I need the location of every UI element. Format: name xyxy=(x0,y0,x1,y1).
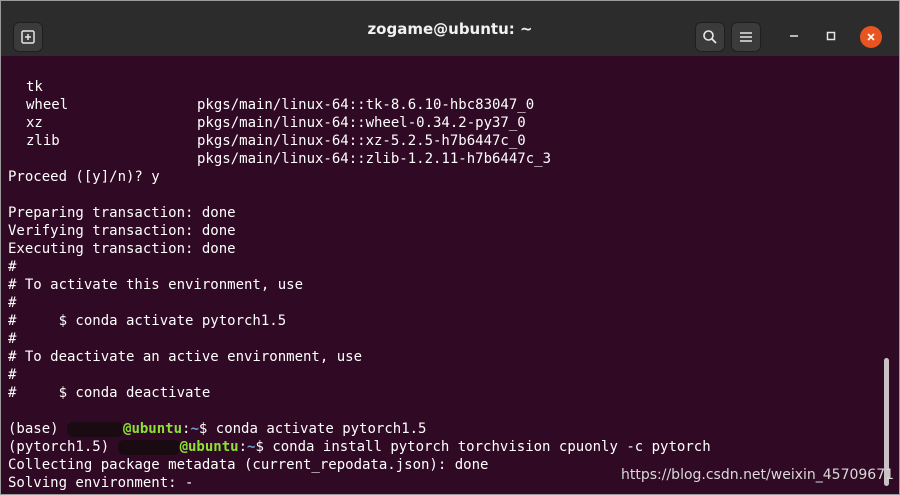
prompt-path: ~ xyxy=(190,421,199,437)
redacted-username xyxy=(67,421,124,437)
output-line: # $ conda deactivate xyxy=(8,385,211,401)
package-row: zlib pkgs/main/linux-64::zlib-1.2.11-h7b… xyxy=(8,114,888,167)
output-line: # To activate this environment, use xyxy=(8,277,304,293)
close-icon xyxy=(867,33,875,41)
close-button[interactable] xyxy=(860,26,882,48)
output-line: Collecting package metadata (current_rep… xyxy=(8,457,489,473)
search-icon xyxy=(703,30,717,44)
proceed-prompt: Proceed ([y]/n)? y xyxy=(8,169,160,185)
package-name: zlib xyxy=(26,133,60,149)
shell-prompt-line: (pytorch1.5) @ubuntu:~$ conda install py… xyxy=(8,438,711,456)
window-title: zogame@ubuntu: ~ xyxy=(367,20,533,38)
output-line: # xyxy=(8,295,17,311)
redacted-username xyxy=(117,439,180,455)
package-path: pkgs/main/linux-64::xz-5.2.5-h7b6447c_0 xyxy=(197,133,526,149)
output-line: Executing transaction: done xyxy=(8,241,236,257)
output-line: Verifying transaction: done xyxy=(8,223,236,239)
watermark: https://blog.csdn.net/weixin_45709671 xyxy=(621,467,895,483)
terminal-window: zogame@ubuntu: ~ tk pkgs/main/linux-64::… xyxy=(0,0,900,495)
output-line: # $ conda activate pytorch1.5 xyxy=(8,313,287,329)
package-row: xz pkgs/main/linux-64::xz-5.2.5-h7b6447c… xyxy=(8,96,888,149)
output-line: # xyxy=(8,367,17,383)
maximize-button[interactable] xyxy=(819,24,843,48)
hamburger-menu-icon xyxy=(740,32,752,42)
output-line: # xyxy=(8,259,17,275)
prompt-command: $ conda install pytorch torchvision cpuo… xyxy=(255,439,711,455)
conda-env: (pytorch1.5) xyxy=(8,439,118,455)
menu-button[interactable] xyxy=(731,22,761,52)
prompt-host: @ubuntu xyxy=(179,439,239,455)
title-bar[interactable]: zogame@ubuntu: ~ xyxy=(1,1,899,56)
shell-prompt-line: (base) @ubuntu:~$ conda activate pytorch… xyxy=(8,420,426,438)
minimize-button[interactable] xyxy=(782,24,806,48)
package-path: pkgs/main/linux-64::zlib-1.2.11-h7b6447c… xyxy=(197,151,552,167)
package-row: tk pkgs/main/linux-64::tk-8.6.10-hbc8304… xyxy=(8,60,888,113)
maximize-icon xyxy=(826,31,836,41)
conda-env: (base) xyxy=(8,421,68,437)
prompt-colon: : xyxy=(238,439,248,455)
package-row: wheel pkgs/main/linux-64::wheel-0.34.2-p… xyxy=(8,78,888,131)
output-line: # xyxy=(8,331,17,347)
terminal-output[interactable]: tk pkgs/main/linux-64::tk-8.6.10-hbc8304… xyxy=(1,56,899,494)
output-line: Solving environment: - xyxy=(8,475,194,491)
minimize-icon xyxy=(790,35,798,37)
prompt-command: $ conda activate pytorch1.5 xyxy=(198,421,427,437)
prompt-host: @ubuntu xyxy=(123,421,183,437)
output-line: Preparing transaction: done xyxy=(8,205,236,221)
search-button[interactable] xyxy=(695,22,725,52)
output-line: # To deactivate an active environment, u… xyxy=(8,349,363,365)
